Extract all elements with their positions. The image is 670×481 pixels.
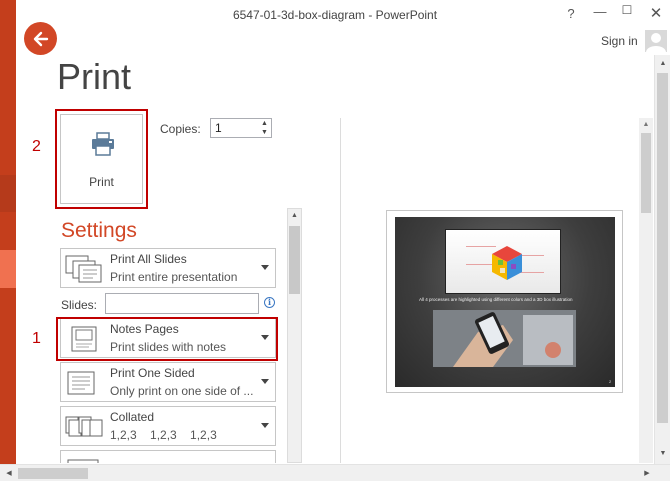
print-button-highlight: Print (55, 109, 148, 209)
3d-box-icon (492, 246, 522, 280)
one-sided-icon (67, 371, 95, 395)
scroll-right-arrow-icon[interactable]: ▶ (640, 466, 654, 481)
print-label: Print (89, 175, 114, 189)
slides-input[interactable] (105, 293, 259, 314)
dropdown-main-text: Collated (110, 410, 155, 424)
step-1-annotation: 1 (32, 330, 41, 347)
dropdown-arrow-icon (261, 379, 269, 384)
maximize-button[interactable]: ☐ (619, 3, 635, 17)
minimize-button[interactable]: — (592, 4, 608, 19)
copies-label: Copies: (160, 122, 201, 136)
printer-icon (92, 132, 114, 156)
slide-thumbnail: All 4 processes are highlighted using di… (395, 217, 615, 387)
collation-dropdown[interactable]: Collated 1,2,3 1,2,3 1,2,3 (60, 406, 276, 446)
orientation-icon (67, 459, 99, 463)
sign-in-link[interactable]: Sign in (601, 34, 638, 48)
collated-icon (65, 416, 103, 437)
settings-scrollbar[interactable]: ▲ (287, 208, 302, 463)
backstage-strip (0, 0, 16, 481)
print-range-dropdown[interactable]: Print All Slides Print entire presentati… (60, 248, 276, 288)
back-button[interactable] (24, 22, 57, 55)
scroll-thumb[interactable] (289, 226, 300, 294)
scroll-up-arrow-icon[interactable]: ▲ (655, 57, 670, 71)
backstage-tab[interactable] (0, 175, 16, 212)
orientation-dropdown[interactable] (60, 450, 276, 463)
slide-caption: All 4 processes are highlighted using di… (419, 297, 573, 302)
page-title: Print (57, 56, 132, 97)
back-arrow-icon (33, 31, 48, 46)
print-button[interactable]: Print (60, 114, 143, 204)
preview-scrollbar[interactable]: ▲ (639, 118, 653, 463)
close-button[interactable]: ✕ (648, 4, 664, 22)
window-horizontal-scrollbar[interactable]: ◀ ▶ (0, 464, 670, 481)
dropdown-main-text: Print All Slides (110, 252, 187, 266)
avatar[interactable] (645, 30, 667, 52)
scroll-up-arrow-icon[interactable]: ▲ (639, 118, 653, 132)
info-icon[interactable]: i (264, 297, 275, 308)
slide-number: 2 (609, 379, 612, 384)
scroll-down-arrow-icon[interactable]: ▼ (655, 447, 670, 461)
hand-phone-image (433, 310, 576, 367)
dropdown-main-text: Print One Sided (110, 366, 195, 380)
print-preview: All 4 processes are highlighted using di… (386, 210, 623, 393)
settings-heading: Settings (61, 219, 137, 242)
dropdown-sub-text: Only print on one side of ... (110, 384, 254, 398)
scroll-up-arrow-icon[interactable]: ▲ (288, 209, 301, 223)
backstage-tab-active[interactable] (0, 250, 16, 288)
all-slides-icon (65, 255, 102, 283)
slide-diagram (445, 229, 561, 294)
sides-dropdown[interactable]: Print One Sided Only print on one side o… (60, 362, 276, 402)
scroll-thumb[interactable] (657, 73, 668, 423)
notes-pages-highlight (56, 317, 278, 361)
dropdown-sub-text: Print entire presentation (110, 270, 238, 284)
step-2-annotation: 2 (32, 138, 41, 155)
dropdown-arrow-icon (261, 423, 269, 428)
copies-decrement[interactable]: ▼ (258, 128, 271, 137)
window-vertical-scrollbar[interactable]: ▲ ▼ (654, 55, 670, 464)
user-icon (646, 33, 666, 52)
panel-divider (340, 118, 341, 463)
scroll-left-arrow-icon[interactable]: ◀ (2, 466, 16, 481)
slide-photo (433, 310, 576, 367)
dropdown-sub-text: 1,2,3 1,2,3 1,2,3 (110, 428, 217, 442)
scroll-thumb[interactable] (18, 468, 88, 479)
scroll-thumb[interactable] (641, 133, 651, 213)
help-button[interactable]: ? (563, 6, 579, 21)
copies-increment[interactable]: ▲ (258, 119, 271, 128)
dropdown-arrow-icon (261, 265, 269, 270)
slides-label: Slides: (61, 298, 98, 312)
